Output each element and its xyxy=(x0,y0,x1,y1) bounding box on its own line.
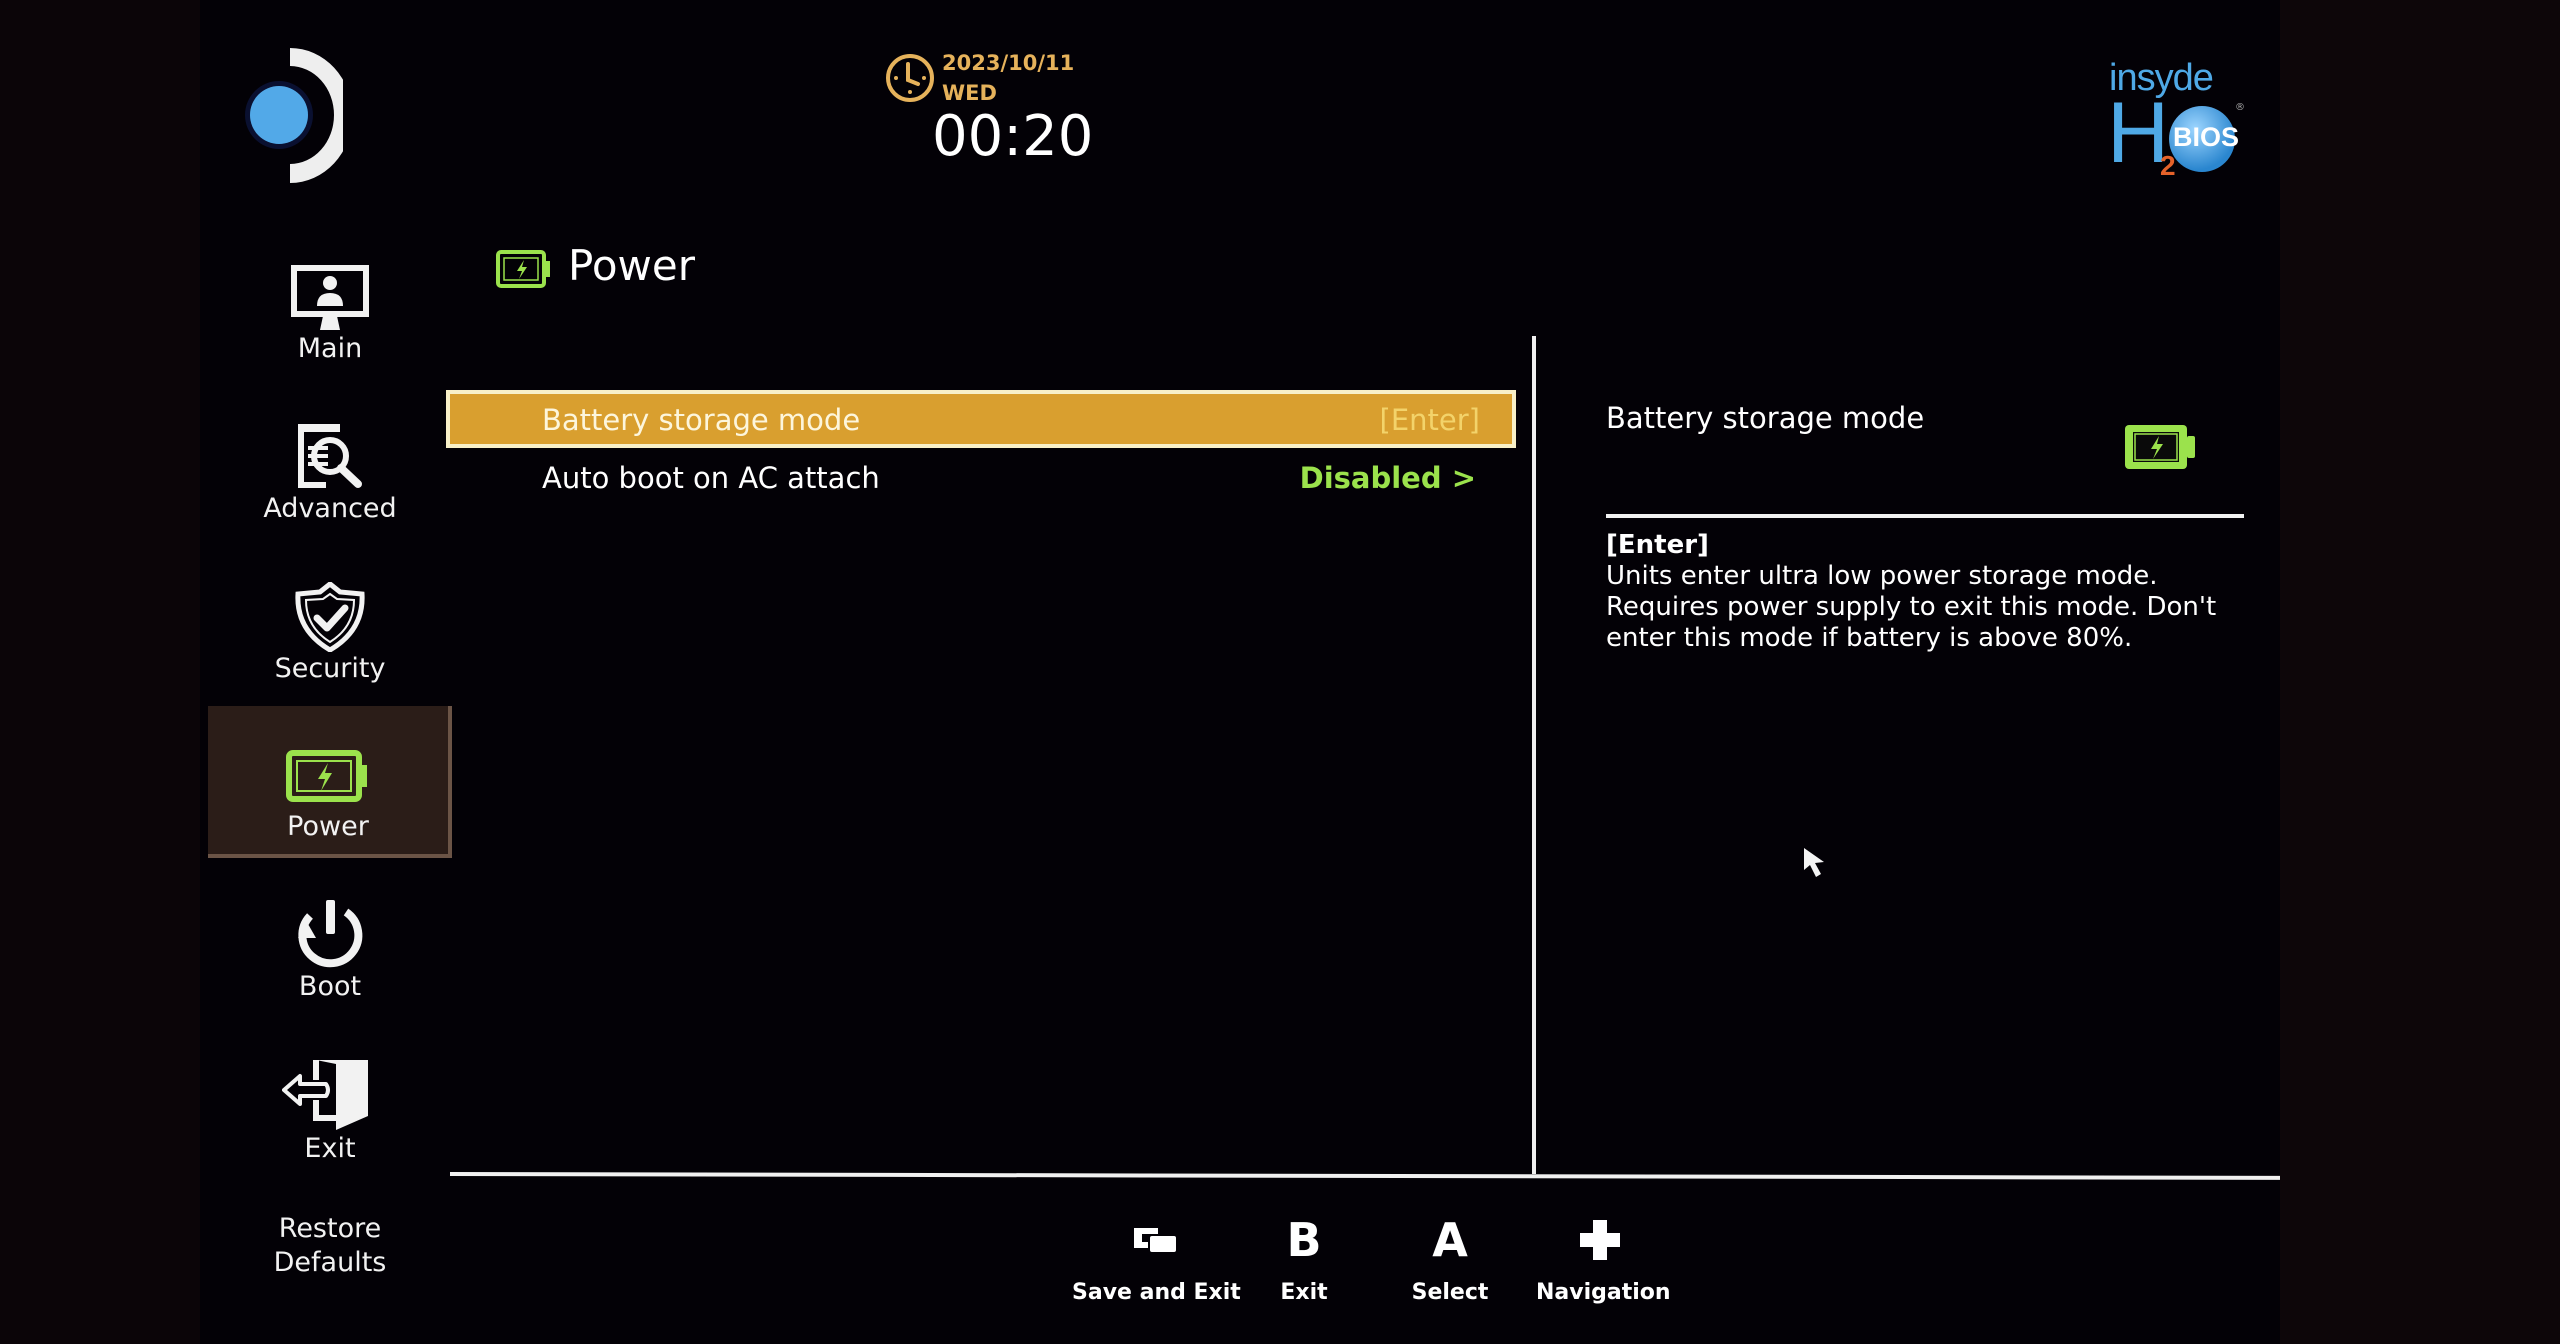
restore-defaults-button[interactable]: Restore Defaults xyxy=(208,1212,452,1288)
page-title-text: Power xyxy=(568,241,695,290)
sidebar-item-boot[interactable]: Boot xyxy=(208,898,452,1010)
sidebar-item-main[interactable]: Main xyxy=(208,264,452,374)
sidebar-item-label: Main xyxy=(297,333,363,364)
door-exit-icon xyxy=(282,1060,368,1130)
help-panel-rule xyxy=(1606,514,2244,518)
sidebar-item-label: Boot xyxy=(298,971,362,1002)
device-logo-icon xyxy=(245,48,343,183)
screen-bezel-left xyxy=(0,0,200,1344)
battery-charging-icon xyxy=(2125,425,2195,469)
hint-save-and-exit[interactable]: Save and Exit xyxy=(1072,1212,1241,1308)
date-text: 2023/10/11 xyxy=(942,51,1075,75)
hint-select[interactable]: A Select xyxy=(1400,1212,1500,1308)
sidebar-item-label: Security xyxy=(274,653,386,684)
panel-divider-vertical xyxy=(1532,336,1536,1174)
clock-icon xyxy=(886,54,934,102)
dpad-icon xyxy=(1580,1220,1620,1260)
hint-exit[interactable]: B Exit xyxy=(1262,1212,1346,1308)
sidebar-item-label: Exit xyxy=(304,1133,356,1164)
help-panel-title: Battery storage mode xyxy=(1606,401,1925,435)
menu-button-icon xyxy=(1134,1228,1176,1252)
battery-charging-icon xyxy=(496,250,550,288)
a-button-icon: A xyxy=(1432,1213,1468,1267)
insyde-h2o-logo: insyde H BIOS 2 ® xyxy=(2105,58,2245,183)
help-line: Units enter ultra low power storage mode… xyxy=(1606,561,2158,591)
help-line: enter this mode if battery is above 80%. xyxy=(1606,623,2133,653)
bios-screen xyxy=(200,0,2280,1344)
sidebar-item-advanced[interactable]: Advanced xyxy=(208,422,452,534)
sidebar-item-exit[interactable]: Exit xyxy=(208,1056,452,1168)
screen-bezel-right xyxy=(2280,0,2560,1344)
setting-value-dropdown[interactable]: Disabled > xyxy=(1300,452,1476,504)
hint-label: Save and Exit xyxy=(1072,1280,1241,1305)
sidebar-item-power[interactable]: Power xyxy=(208,706,452,858)
help-line: Requires power supply to exit this mode.… xyxy=(1606,592,2217,622)
setting-label: Battery storage mode xyxy=(542,403,861,437)
monitor-user-icon xyxy=(291,265,369,330)
sidebar-item-security[interactable]: Security xyxy=(208,582,452,694)
hint-label: Exit xyxy=(1280,1280,1328,1305)
mouse-cursor-icon xyxy=(1804,848,1824,877)
sidebar-item-label: Power xyxy=(287,811,369,842)
hint-label: Select xyxy=(1411,1280,1489,1305)
battery-charging-icon xyxy=(286,750,367,802)
hint-label: Navigation xyxy=(1536,1280,1671,1305)
power-restart-icon xyxy=(298,900,363,968)
help-line: [Enter] xyxy=(1606,530,1709,560)
restore-defaults-label-line1: Restore xyxy=(278,1213,382,1244)
insyde-logo-subscript: 2 xyxy=(2160,150,2176,181)
registered-mark: ® xyxy=(2235,102,2245,113)
document-search-icon xyxy=(298,424,362,488)
setting-auto-boot-on-ac-attach[interactable]: Auto boot on AC attach Disabled > xyxy=(446,452,1516,510)
setting-value-enter: [Enter] xyxy=(1379,403,1480,437)
setting-battery-storage-mode[interactable]: Battery storage mode [Enter] xyxy=(446,390,1516,448)
insyde-logo-badge: BIOS xyxy=(2173,122,2240,152)
setting-label: Auto boot on AC attach xyxy=(542,461,880,495)
b-button-icon: B xyxy=(1286,1213,1322,1267)
help-description: [Enter] Units enter ultra low power stor… xyxy=(1606,530,2246,654)
shield-check-icon xyxy=(295,582,365,652)
hint-navigation[interactable]: Navigation xyxy=(1536,1212,1671,1308)
sidebar-item-label: Advanced xyxy=(263,493,397,524)
time-text: 00:20 xyxy=(932,104,1094,169)
restore-defaults-label-line2: Defaults xyxy=(273,1247,387,1278)
